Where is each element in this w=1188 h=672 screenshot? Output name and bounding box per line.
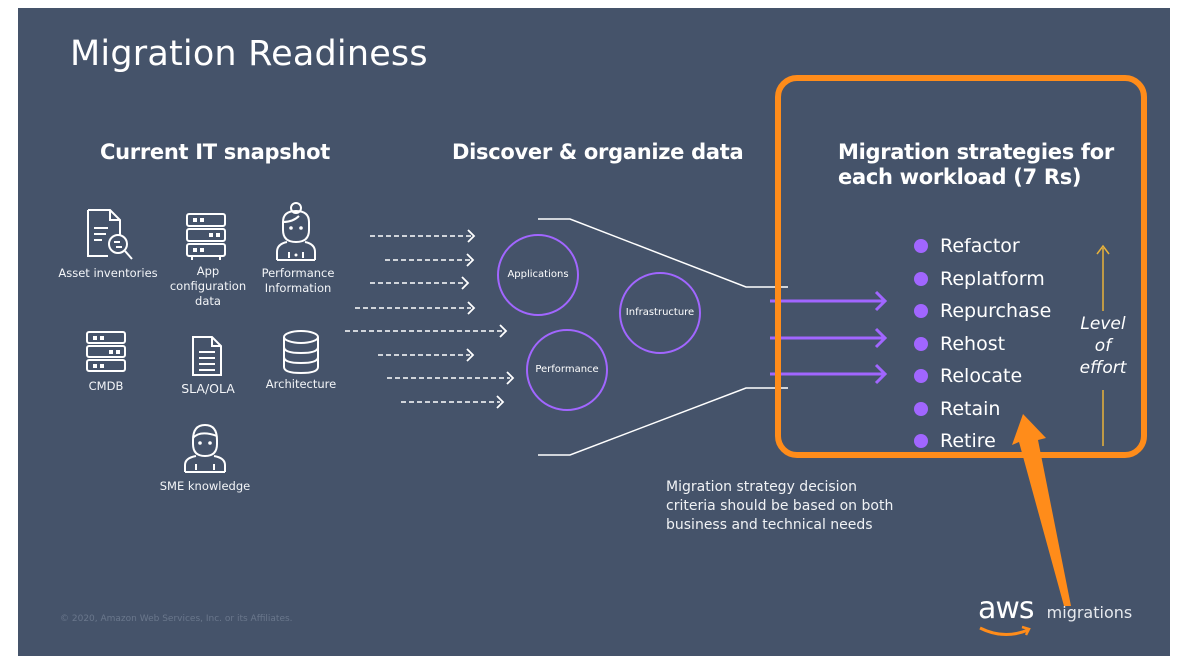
- bullet-dot: [914, 369, 928, 384]
- bullet-dot: [914, 239, 928, 254]
- decision-criteria-note: Migration strategy decision criteria sho…: [666, 479, 894, 533]
- strategy-item: Refactor: [914, 230, 1051, 263]
- funnel-bottom-line: [538, 387, 788, 456]
- level-of-effort-label: Level of effort: [1079, 314, 1127, 378]
- strategy-item: Retire: [914, 425, 1051, 458]
- strategy-item: Repurchase: [914, 295, 1051, 328]
- applications-label: Applications: [507, 269, 569, 280]
- bullet-dot: [914, 434, 928, 449]
- strategies-list: Refactor Replatform Repurchase Rehost Re…: [914, 230, 1051, 458]
- strategies-heading: Migration strategies for each workload (…: [838, 140, 1114, 189]
- copyright: © 2020, Amazon Web Services, Inc. or its…: [60, 614, 293, 624]
- slide: Migration Readiness Current IT snapshot …: [18, 8, 1170, 656]
- dashed-arrow: [345, 235, 510, 403]
- aws-migrations-logo: aws migrations: [978, 591, 1133, 636]
- bullet-dot: [914, 304, 928, 319]
- bullet-dot: [914, 271, 928, 286]
- infrastructure-label: Infrastructure: [625, 307, 695, 318]
- bullet-dot: [914, 401, 928, 416]
- performance-label: Performance: [535, 364, 599, 375]
- arrowhead: [461, 229, 515, 409]
- aws-smile-icon: [979, 625, 1031, 636]
- strategy-item: Replatform: [914, 263, 1051, 296]
- strategy-item: Relocate: [914, 360, 1051, 393]
- aws-logo-sub: migrations: [1046, 603, 1133, 622]
- strategy-item: Retain: [914, 393, 1051, 426]
- bullet-dot: [914, 336, 928, 351]
- strategy-item: Rehost: [914, 328, 1051, 361]
- aws-logo-word: aws: [978, 591, 1035, 626]
